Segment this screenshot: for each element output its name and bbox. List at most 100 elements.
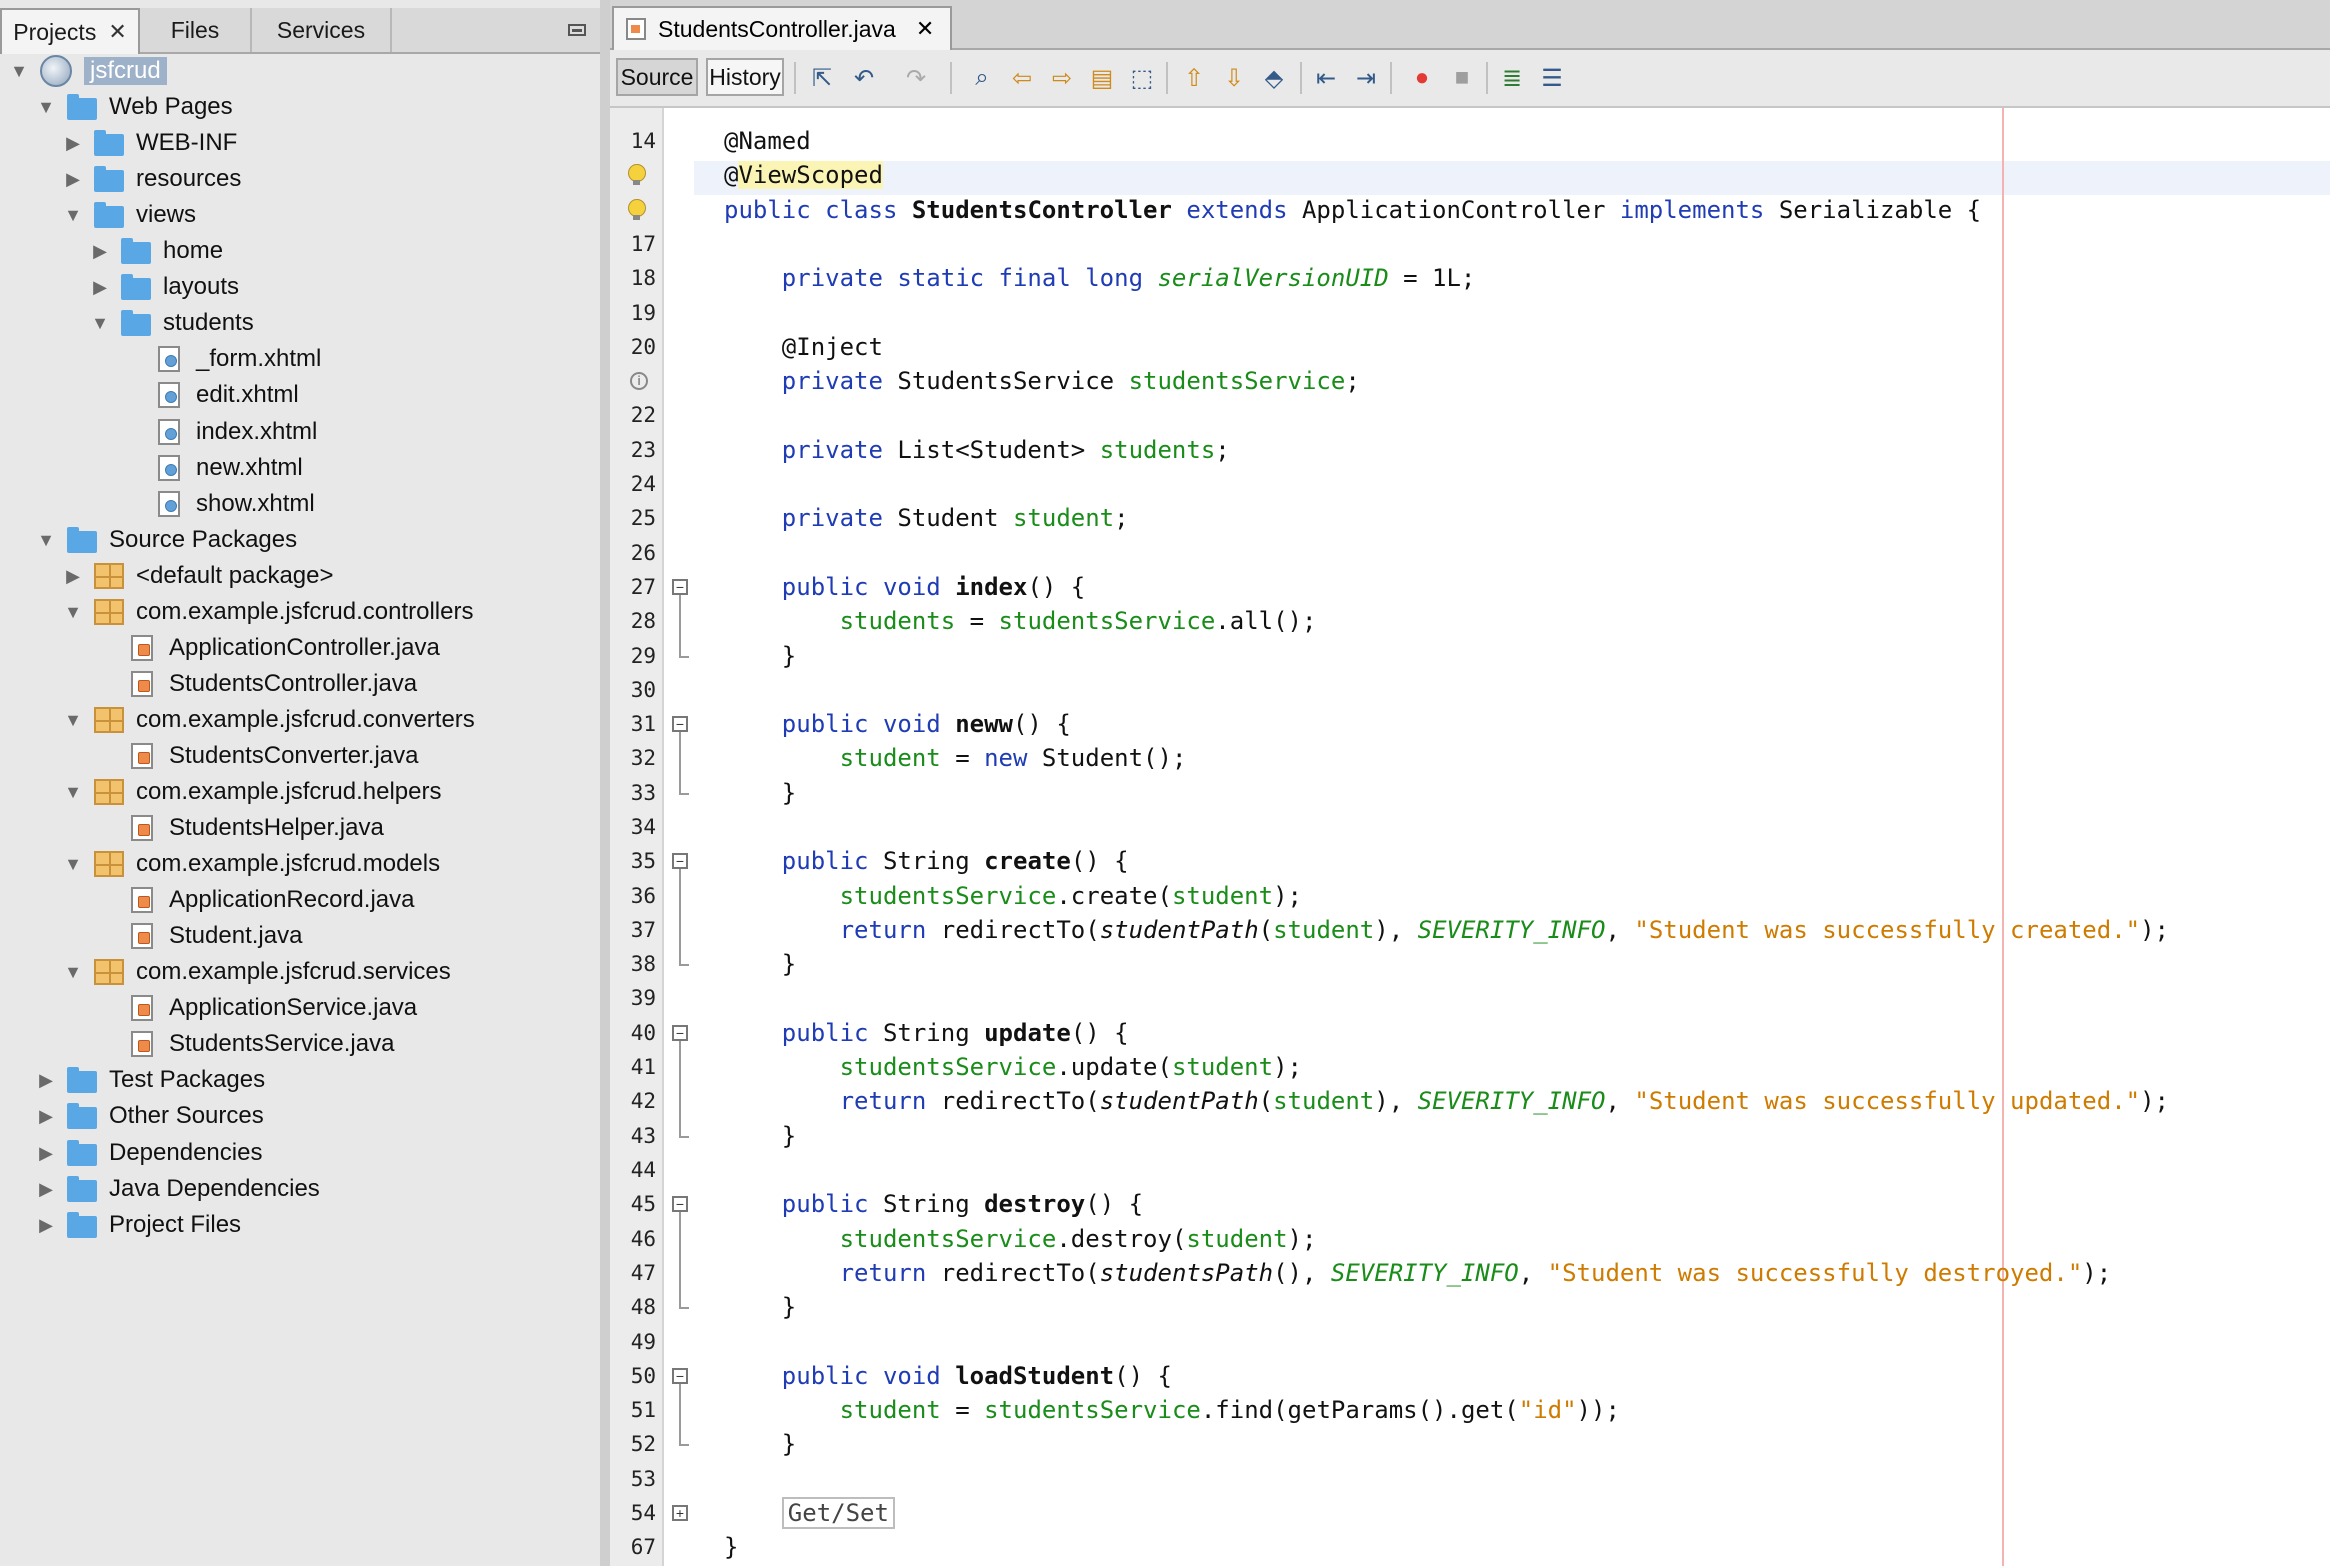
tree-item[interactable]: _form.xhtml <box>116 342 321 376</box>
tree-item[interactable]: ApplicationRecord.java <box>89 883 414 917</box>
expand-arrow-right-icon[interactable]: ▶ <box>62 168 84 190</box>
tree-item[interactable]: ▼ com.example.jsfcrud.helpers <box>62 775 441 809</box>
tree-item[interactable]: ▶ Java Dependencies <box>35 1172 320 1206</box>
minimize-icon[interactable] <box>568 24 586 36</box>
tree-item[interactable]: ▶ Test Packages <box>35 1063 265 1097</box>
code-token[interactable]: Get/Set <box>781 1497 895 1529</box>
code-line[interactable]: } <box>724 776 796 810</box>
code-line[interactable]: @Inject <box>724 330 883 364</box>
expand-arrow-right-icon[interactable]: ▶ <box>89 276 111 298</box>
history-button[interactable]: History <box>706 58 784 96</box>
code-line[interactable]: return redirectTo(studentPath(student), … <box>724 1084 2169 1118</box>
back-icon[interactable]: ↶ <box>848 62 880 94</box>
expand-arrow-right-icon[interactable]: ▶ <box>35 1069 57 1091</box>
close-icon[interactable]: ✕ <box>108 19 126 45</box>
rectangular-selection-icon[interactable]: ⬚ <box>1126 62 1158 94</box>
code-line[interactable]: @Named <box>724 124 811 158</box>
tab-projects[interactable]: Projects ✕ <box>0 8 140 54</box>
expand-arrow-right-icon[interactable]: ▶ <box>62 565 84 587</box>
stop-macro-icon[interactable]: ■ <box>1446 62 1478 94</box>
uncomment-icon[interactable]: ☰ <box>1536 62 1568 94</box>
code-line[interactable]: studentsService.destroy(student); <box>724 1222 1317 1256</box>
fold-expand-icon[interactable]: + <box>672 1505 688 1521</box>
code-line[interactable]: } <box>724 1290 796 1324</box>
find-next-icon[interactable]: ⇨ <box>1046 62 1078 94</box>
tree-item[interactable]: StudentsService.java <box>89 1027 394 1061</box>
code-line[interactable]: return redirectTo(studentPath(student), … <box>724 913 2169 947</box>
tree-item[interactable]: StudentsController.java <box>89 667 417 701</box>
code-line[interactable]: studentsService.update(student); <box>724 1050 1302 1084</box>
fold-collapse-icon[interactable]: − <box>672 853 688 869</box>
info-annotation-icon[interactable]: i <box>630 372 648 390</box>
code-line[interactable]: private Student student; <box>724 501 1129 535</box>
code-line[interactable]: } <box>724 1427 796 1461</box>
tree-item[interactable]: ▶ resources <box>62 162 241 196</box>
code-line[interactable]: public void neww() { <box>724 707 1071 741</box>
expand-arrow-down-icon[interactable]: ▼ <box>89 312 111 334</box>
expand-arrow-down-icon[interactable]: ▼ <box>62 961 84 983</box>
code-line[interactable]: public String update() { <box>724 1016 1129 1050</box>
tree-item[interactable]: ▼ views <box>62 198 196 232</box>
last-edit-icon[interactable]: ⇱ <box>806 62 838 94</box>
tree-item[interactable]: edit.xhtml <box>116 378 299 412</box>
tree-item[interactable]: ▼ jsfcrud <box>8 54 167 88</box>
tree-item[interactable]: ▼ Web Pages <box>35 90 233 124</box>
fold-collapse-icon[interactable]: − <box>672 1025 688 1041</box>
code-line[interactable]: } <box>724 1119 796 1153</box>
code-line[interactable]: public void index() { <box>724 570 1085 604</box>
code-line[interactable]: public class StudentsController extends … <box>724 193 1981 227</box>
expand-arrow-down-icon[interactable]: ▼ <box>62 781 84 803</box>
shift-left-icon[interactable]: ⇤ <box>1310 62 1342 94</box>
code-line[interactable]: } <box>724 1530 738 1564</box>
tree-item[interactable]: ApplicationController.java <box>89 631 440 665</box>
fold-collapse-icon[interactable]: − <box>672 716 688 732</box>
tab-files[interactable]: Files <box>140 8 252 52</box>
shift-right-icon[interactable]: ⇥ <box>1350 62 1382 94</box>
code-line[interactable]: public void loadStudent() { <box>724 1359 1172 1393</box>
comment-icon[interactable]: ≣ <box>1496 62 1528 94</box>
code-line[interactable]: private List<Student> students; <box>724 433 1230 467</box>
tree-item[interactable]: StudentsConverter.java <box>89 739 418 773</box>
tree-item[interactable]: ▼ com.example.jsfcrud.models <box>62 847 440 881</box>
code-line[interactable]: public String create() { <box>724 844 1129 878</box>
fold-collapse-icon[interactable]: − <box>672 1368 688 1384</box>
expand-arrow-down-icon[interactable]: ▼ <box>62 853 84 875</box>
toggle-bookmark-icon[interactable]: ⬘ <box>1258 62 1290 94</box>
tree-item[interactable]: ▶ layouts <box>89 270 239 304</box>
expand-arrow-down-icon[interactable]: ▼ <box>62 709 84 731</box>
code-line[interactable]: @ViewScoped <box>724 158 883 192</box>
close-icon[interactable]: ✕ <box>916 16 934 42</box>
expand-arrow-right-icon[interactable]: ▶ <box>35 1105 57 1127</box>
expand-arrow-right-icon[interactable]: ▶ <box>62 132 84 154</box>
tree-item[interactable]: ▶ <default package> <box>62 559 334 593</box>
hint-bulb-icon[interactable] <box>628 199 646 221</box>
tree-item[interactable]: new.xhtml <box>116 451 303 485</box>
hint-bulb-icon[interactable] <box>628 164 646 186</box>
code-line[interactable]: student = studentsService.find(getParams… <box>724 1393 1620 1427</box>
source-button[interactable]: Source <box>616 58 698 96</box>
expand-arrow-down-icon[interactable]: ▼ <box>35 529 57 551</box>
code-line[interactable]: private static final long serialVersionU… <box>724 261 1476 295</box>
tree-item[interactable]: ▶ home <box>89 234 223 268</box>
tree-item[interactable]: ApplicationService.java <box>89 991 417 1025</box>
tree-item[interactable]: Student.java <box>89 919 302 953</box>
code-line[interactable]: } <box>724 947 796 981</box>
expand-arrow-right-icon[interactable]: ▶ <box>35 1214 57 1236</box>
find-previous-icon[interactable]: ⇦ <box>1006 62 1038 94</box>
tree-item[interactable]: ▼ com.example.jsfcrud.converters <box>62 703 475 737</box>
expand-arrow-right-icon[interactable]: ▶ <box>35 1178 57 1200</box>
code-line[interactable]: public String destroy() { <box>724 1187 1143 1221</box>
tree-item[interactable]: ▼ students <box>89 306 254 340</box>
tree-item[interactable]: ▼ com.example.jsfcrud.services <box>62 955 451 989</box>
editor-tab-studentscontroller[interactable]: StudentsController.java ✕ <box>612 6 952 50</box>
code-line[interactable]: student = new Student(); <box>724 741 1187 775</box>
tree-item[interactable]: ▼ Source Packages <box>35 523 297 557</box>
code-line[interactable]: students = studentsService.all(); <box>724 604 1317 638</box>
tree-item[interactable]: show.xhtml <box>116 487 315 521</box>
expand-arrow-down-icon[interactable]: ▼ <box>8 60 30 82</box>
tree-item[interactable]: ▶ Project Files <box>35 1208 241 1242</box>
tree-item[interactable]: ▶ Dependencies <box>35 1136 262 1170</box>
forward-icon[interactable]: ↷ <box>900 62 932 94</box>
code-line[interactable]: return redirectTo(studentsPath(), SEVERI… <box>724 1256 2112 1290</box>
tree-item[interactable]: ▶ WEB-INF <box>62 126 237 160</box>
